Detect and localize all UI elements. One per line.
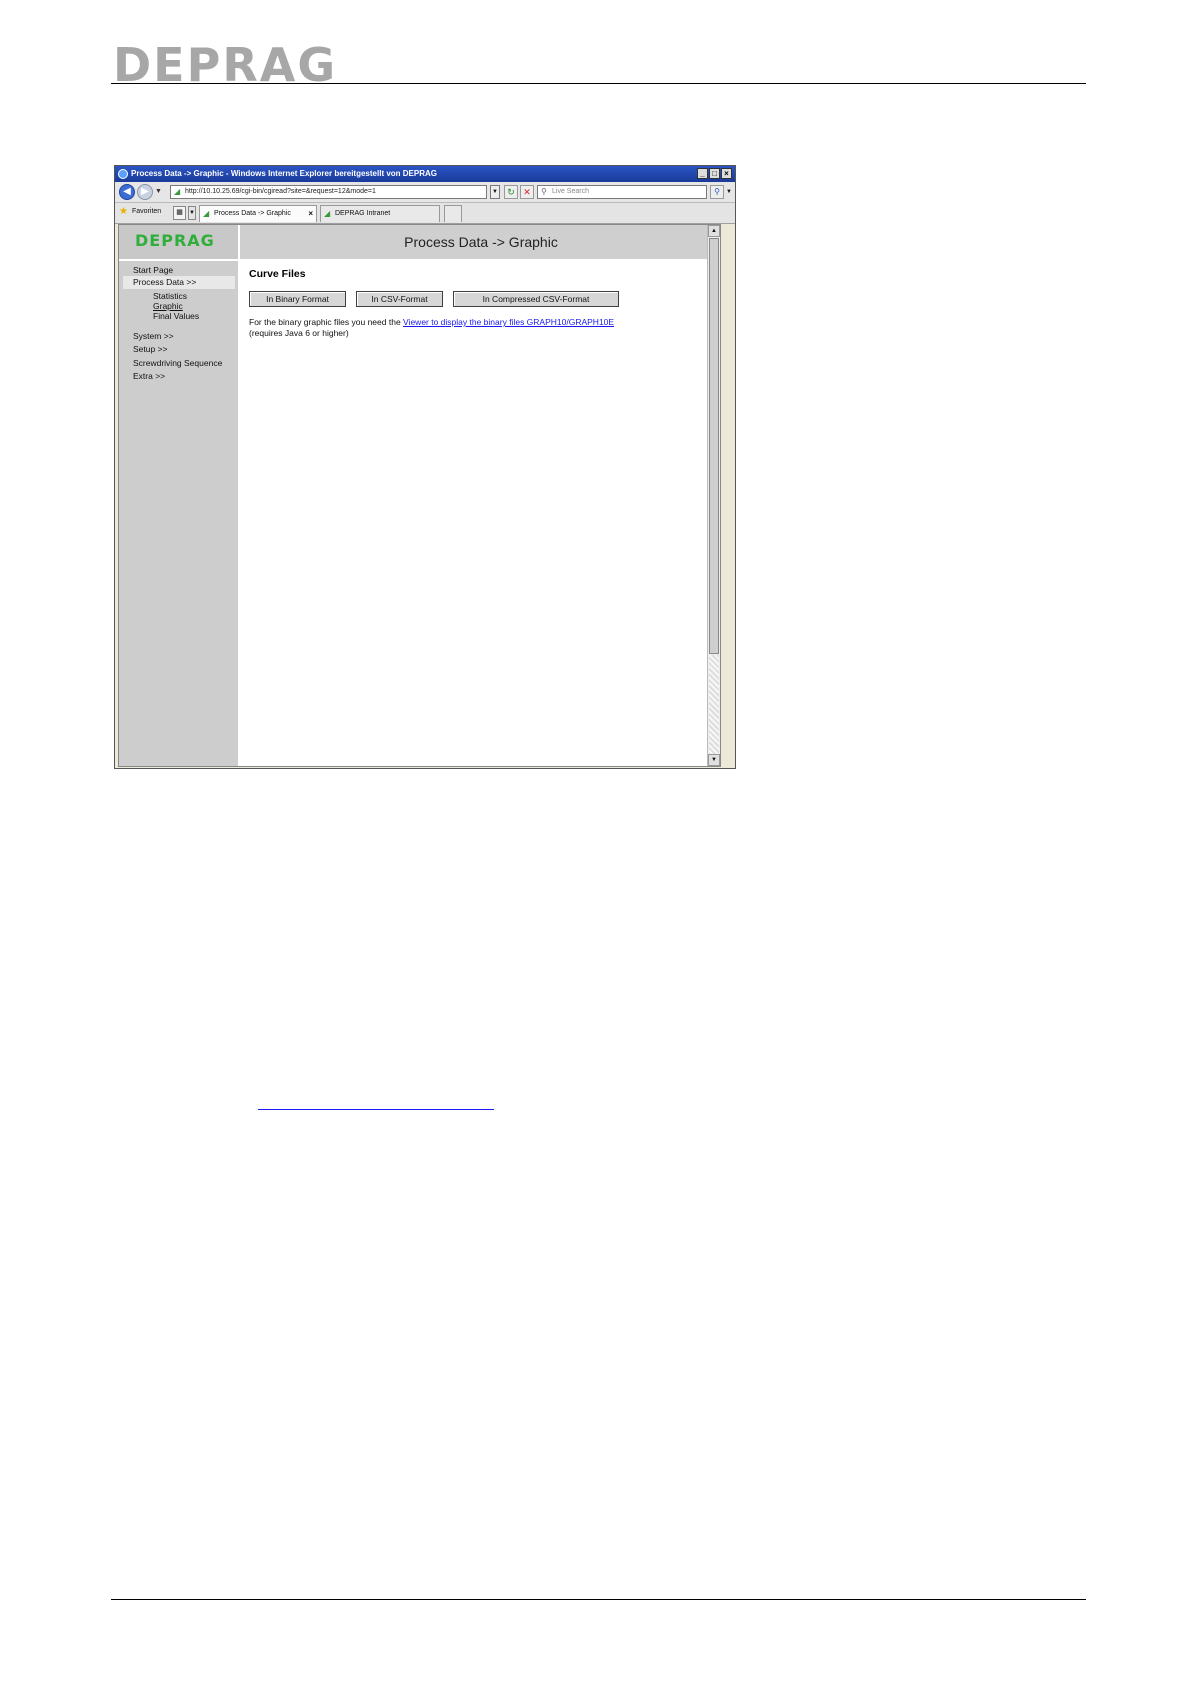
binary-format-button[interactable]: In Binary Format [249,291,346,307]
search-input[interactable]: ⚲ Live Search [537,185,707,199]
refresh-button[interactable]: ↻ [504,185,518,199]
close-window-button[interactable]: × [721,168,732,179]
page-icon: ◢ [174,187,181,196]
window-title: Process Data -> Graphic - Windows Intern… [131,169,437,178]
tab-list-dropdown-icon[interactable]: ▼ [188,206,196,220]
stop-button[interactable]: ✕ [520,185,534,199]
favorites-star-icon[interactable]: ★ [119,207,128,217]
scroll-up-icon[interactable]: ▲ [708,225,720,237]
site-logo[interactable]: DEPRAG [135,233,215,249]
browser-window: Process Data -> Graphic - Windows Intern… [114,165,736,769]
search-options-icon[interactable]: ▼ [725,185,733,199]
site-header: Process Data -> Graphic [240,225,720,261]
tab-deprag-intranet[interactable]: ◢ DEPRAG Intranet [320,205,440,222]
back-button[interactable]: ◀ [119,184,135,200]
scroll-track[interactable] [709,655,719,755]
sidebar-item-extra[interactable]: Extra >> [133,371,165,382]
address-url: http://10.10.25.69/cgi-bin/cgiread?site=… [185,188,376,195]
page-icon: ◢ [324,209,331,218]
favorites-label[interactable]: Favoriten [132,208,161,215]
document-logo: DEPRAG [113,38,338,92]
maximize-button[interactable]: □ [709,168,720,179]
search-provider-icon: ⚲ [541,187,547,196]
page-icon: ◢ [203,209,210,218]
new-tab-button[interactable] [444,205,462,222]
address-dropdown-icon[interactable]: ▼ [490,185,500,199]
scroll-down-icon[interactable]: ▼ [708,754,720,766]
web-page: DEPRAG Process Data -> Graphic Start Pag… [118,224,721,767]
title-bar: Process Data -> Graphic - Windows Intern… [115,166,735,182]
forward-button[interactable]: ▶ [137,184,153,200]
sidebar-item-system[interactable]: System >> [133,331,174,342]
address-toolbar: ◀ ▶ ▼ ◢ http://10.10.25.69/cgi-bin/cgire… [115,182,735,203]
search-button[interactable]: ⚲ [710,185,724,199]
tab-label: DEPRAG Intranet [335,210,391,217]
sidebar: Start Page Process Data >> Statistics Gr… [119,261,240,766]
forward-arrow-icon: ▶ [141,186,149,197]
main-content: Curve Files In Binary Format In CSV-Form… [242,261,708,766]
address-field[interactable]: ◢ http://10.10.25.69/cgi-bin/cgiread?sit… [170,185,487,199]
compressed-csv-format-button[interactable]: In Compressed CSV-Format [453,291,619,307]
close-tab-icon[interactable]: × [308,206,313,221]
page-title: Process Data -> Graphic [404,234,558,250]
search-icon: ⚲ [714,187,720,196]
internet-explorer-icon [118,169,128,179]
tab-label: Process Data -> Graphic [214,210,291,217]
sidebar-subitem-final-values[interactable]: Final Values [153,311,199,322]
csv-format-button[interactable]: In CSV-Format [356,291,443,307]
sidebar-item-start-page[interactable]: Start Page [133,265,173,276]
footer-rule [111,1599,1086,1600]
quick-tabs-icon[interactable]: ▦ [173,206,186,220]
header-rule [111,83,1086,84]
viewer-download-link[interactable]: Viewer to display the binary files GRAPH… [403,317,614,327]
viewer-info: For the binary graphic files you need th… [249,317,614,339]
sidebar-item-screwdriving-sequence[interactable]: Screwdriving Sequence [133,358,222,369]
sidebar-item-setup[interactable]: Setup >> [133,344,168,355]
viewer-info-text: For the binary graphic files you need th… [249,317,404,327]
back-arrow-icon: ◀ [123,186,131,197]
search-placeholder: Live Search [552,188,589,195]
site-logo-area: DEPRAG [119,225,240,261]
refresh-icon: ↻ [507,187,515,197]
section-title: Curve Files [249,268,306,280]
scroll-thumb[interactable] [709,238,719,654]
stray-link-underline [258,1109,494,1110]
minimize-button[interactable]: _ [697,168,708,179]
java-requirement-text: (requires Java 6 or higher) [249,328,349,338]
vertical-scrollbar[interactable]: ▲ ▼ [707,225,720,766]
history-dropdown-icon[interactable]: ▼ [155,188,162,195]
tab-process-data-graphic[interactable]: ◢ Process Data -> Graphic × [199,205,317,222]
tab-bar: ★ Favoriten ▦ ▼ ◢ Process Data -> Graphi… [115,203,735,224]
sidebar-item-process-data[interactable]: Process Data >> [133,277,196,288]
stop-icon: ✕ [523,187,531,197]
